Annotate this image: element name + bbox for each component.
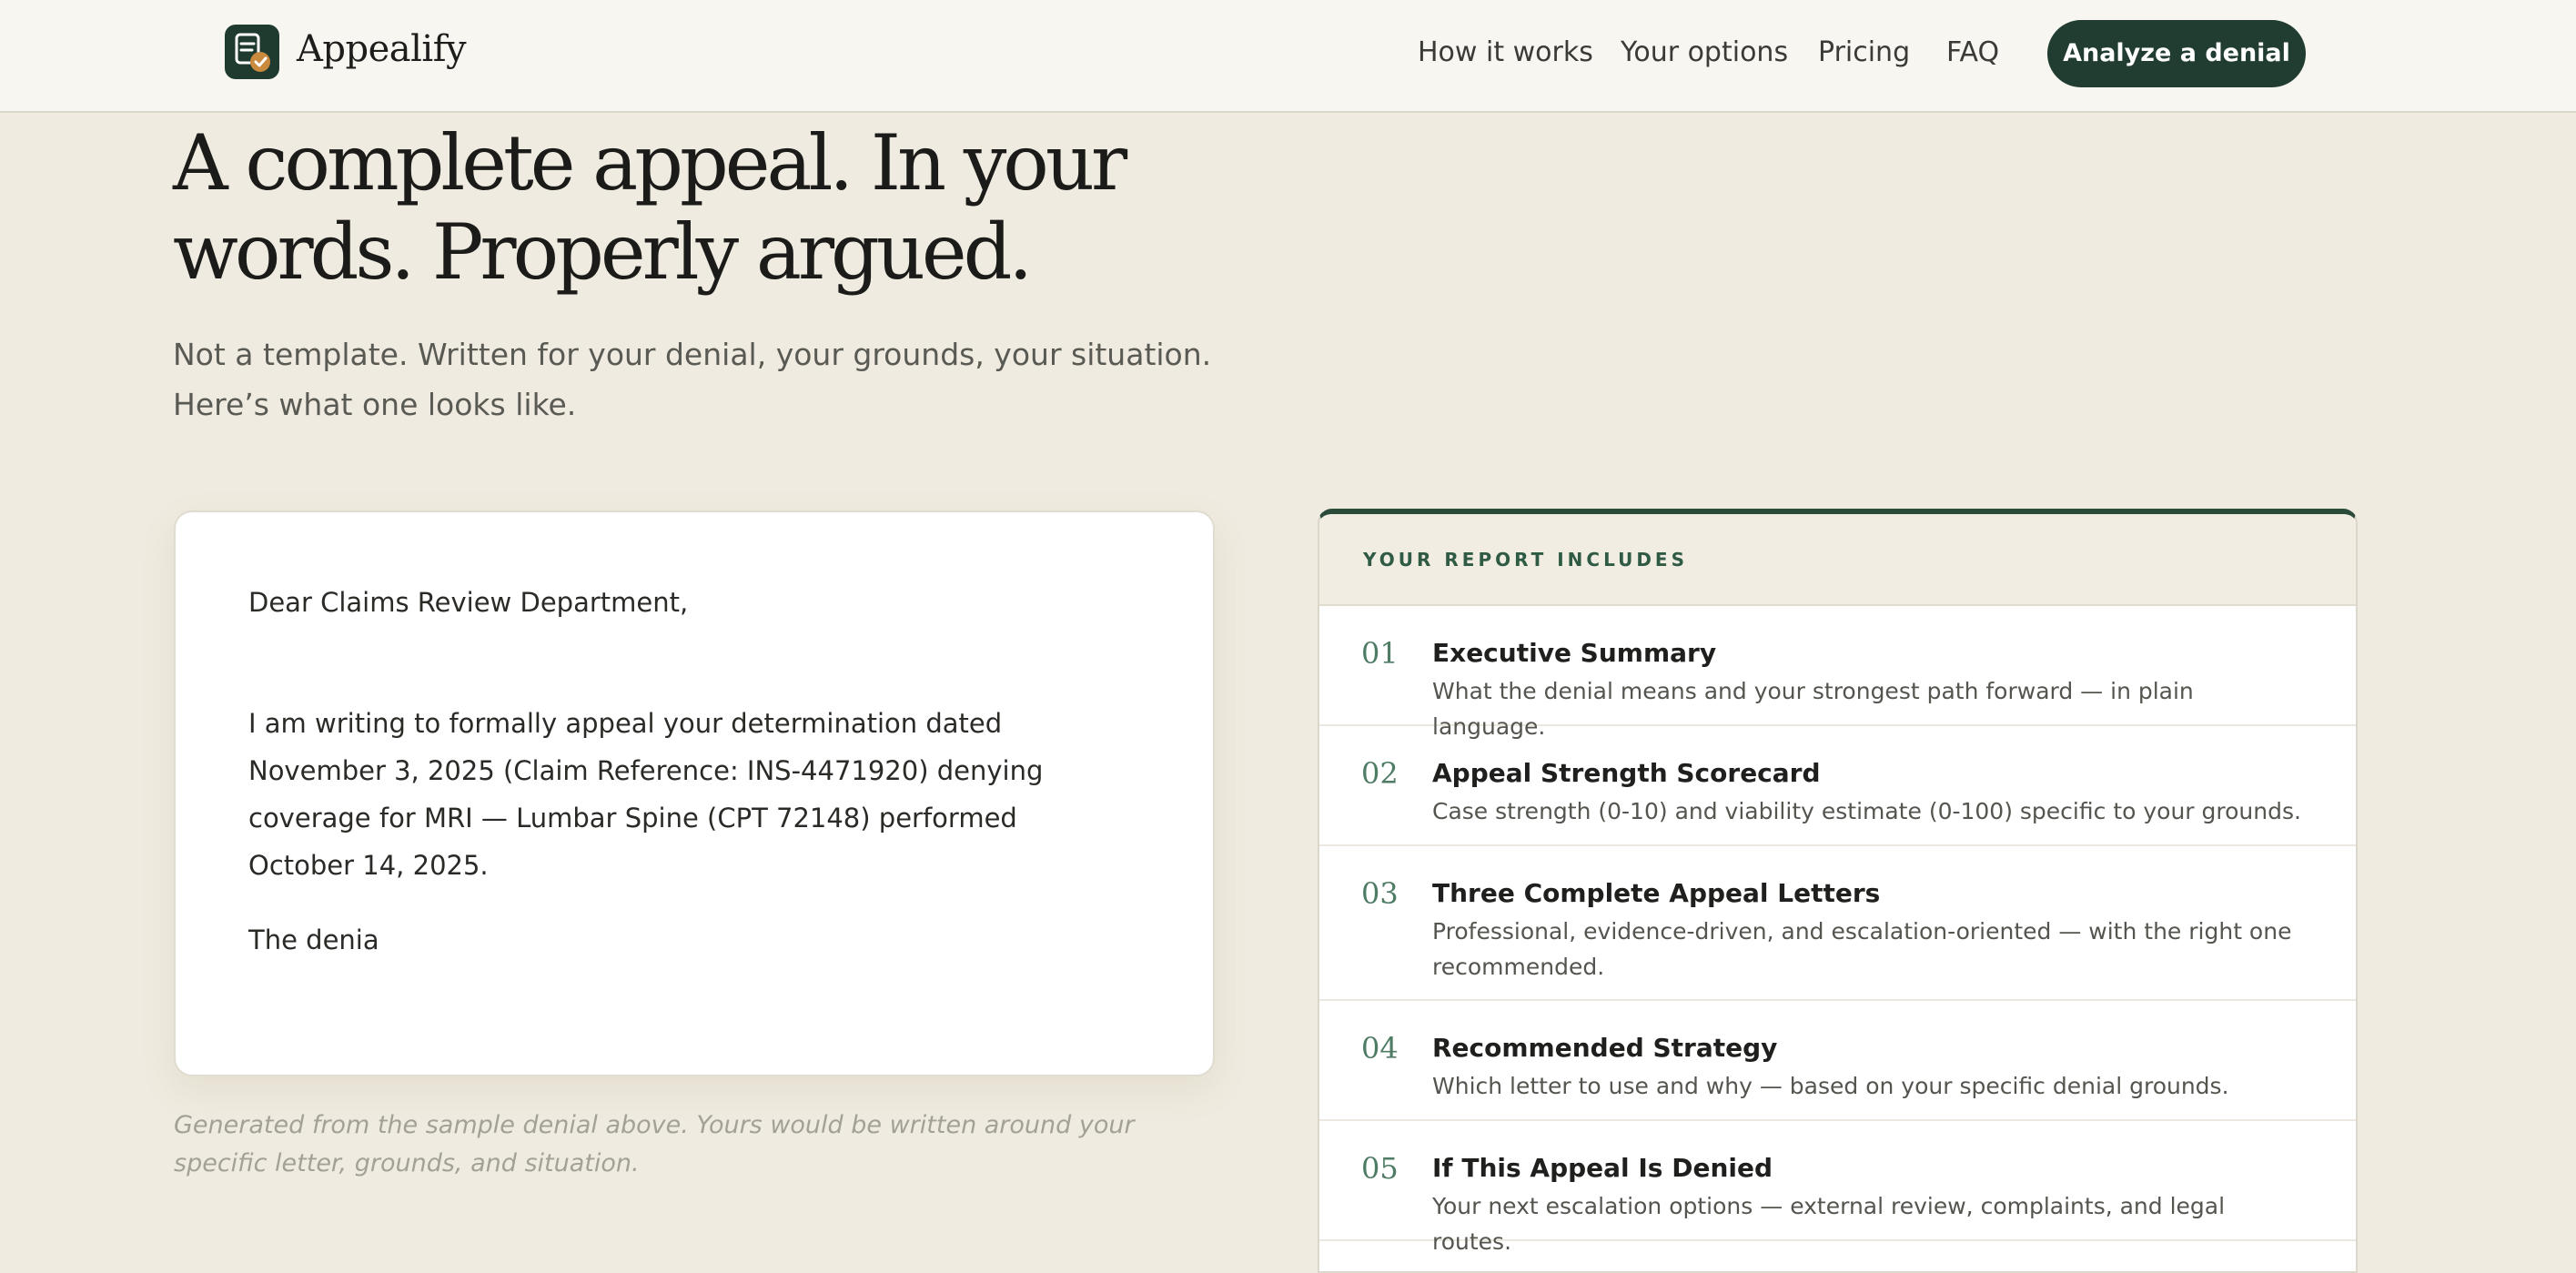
- report-item-if-denied: 05 If This Appeal Is Denied Your next es…: [1319, 1121, 2356, 1255]
- report-item-recommended-strategy: 04 Recommended Strategy Which letter to …: [1319, 1001, 2356, 1121]
- letter-caption: Generated from the sample denial above. …: [174, 1111, 1135, 1177]
- hero-title-line-2: words. Properly argued.: [173, 207, 1033, 297]
- report-item-title: Executive Summary: [1432, 638, 1717, 668]
- nav-your-options[interactable]: Your options: [1621, 35, 1788, 71]
- nav-how-it-works[interactable]: How it works: [1418, 35, 1593, 71]
- report-item-number: 02: [1361, 756, 1399, 791]
- report-item-appeal-letters: 03 Three Complete Appeal Letters Profess…: [1319, 846, 2356, 1001]
- report-label: YOUR REPORT INCLUDES: [1363, 549, 1689, 571]
- letter-paragraph: I am writing to formally appeal your det…: [248, 708, 1044, 881]
- hero-title: A complete appeal. In your words. Proper…: [173, 118, 1265, 297]
- hero-title-line-1: A complete appeal. In your: [173, 118, 1127, 207]
- report-item-desc: Which letter to use and why — based on y…: [1432, 1073, 2229, 1099]
- report-item-number: 05: [1361, 1151, 1399, 1186]
- report-item-strength-scorecard: 02 Appeal Strength Scorecard Case streng…: [1319, 726, 2356, 846]
- site-header: Appealify How it works Your options Pric…: [0, 0, 2576, 113]
- report-includes-panel: YOUR REPORT INCLUDES 01 Executive Summar…: [1318, 509, 2358, 1273]
- report-item-desc: Your next escalation options — external …: [1432, 1193, 2226, 1255]
- hero-subtitle: Not a template. Written for your denial,…: [173, 329, 1319, 429]
- report-item-number: 03: [1361, 876, 1399, 911]
- nav-pricing[interactable]: Pricing: [1818, 35, 1910, 71]
- report-item-executive-summary: 01 Executive Summary What the denial mea…: [1319, 606, 2356, 740]
- report-item-desc: Professional, evidence-driven, and escal…: [1432, 918, 2292, 980]
- report-item-number: 01: [1361, 636, 1399, 671]
- report-item-title: Appeal Strength Scorecard: [1432, 758, 1821, 788]
- report-panel-header: YOUR REPORT INCLUDES: [1319, 514, 2356, 606]
- letter-greeting: Dear Claims Review Department,: [248, 587, 689, 618]
- sample-letter-card: Dear Claims Review Department, I am writ…: [174, 510, 1215, 1076]
- hero-subtitle-line-1: Not a template. Written for your denial,…: [173, 337, 1212, 372]
- report-item-title: Recommended Strategy: [1432, 1033, 1778, 1063]
- report-item-desc: Case strength (0-10) and viability estim…: [1432, 798, 2301, 824]
- brand-name[interactable]: Appealify: [297, 24, 467, 75]
- nav-faq[interactable]: FAQ: [1946, 35, 1999, 71]
- document-check-icon[interactable]: [225, 25, 279, 79]
- letter-typing-text: The denia: [248, 924, 379, 955]
- report-item-title: Three Complete Appeal Letters: [1432, 878, 1881, 908]
- hero-subtitle-line-2: Here’s what one looks like.: [173, 387, 577, 422]
- report-item-title: If This Appeal Is Denied: [1432, 1153, 1773, 1183]
- report-item-number: 04: [1361, 1031, 1399, 1066]
- analyze-denial-button[interactable]: Analyze a denial: [2047, 20, 2306, 87]
